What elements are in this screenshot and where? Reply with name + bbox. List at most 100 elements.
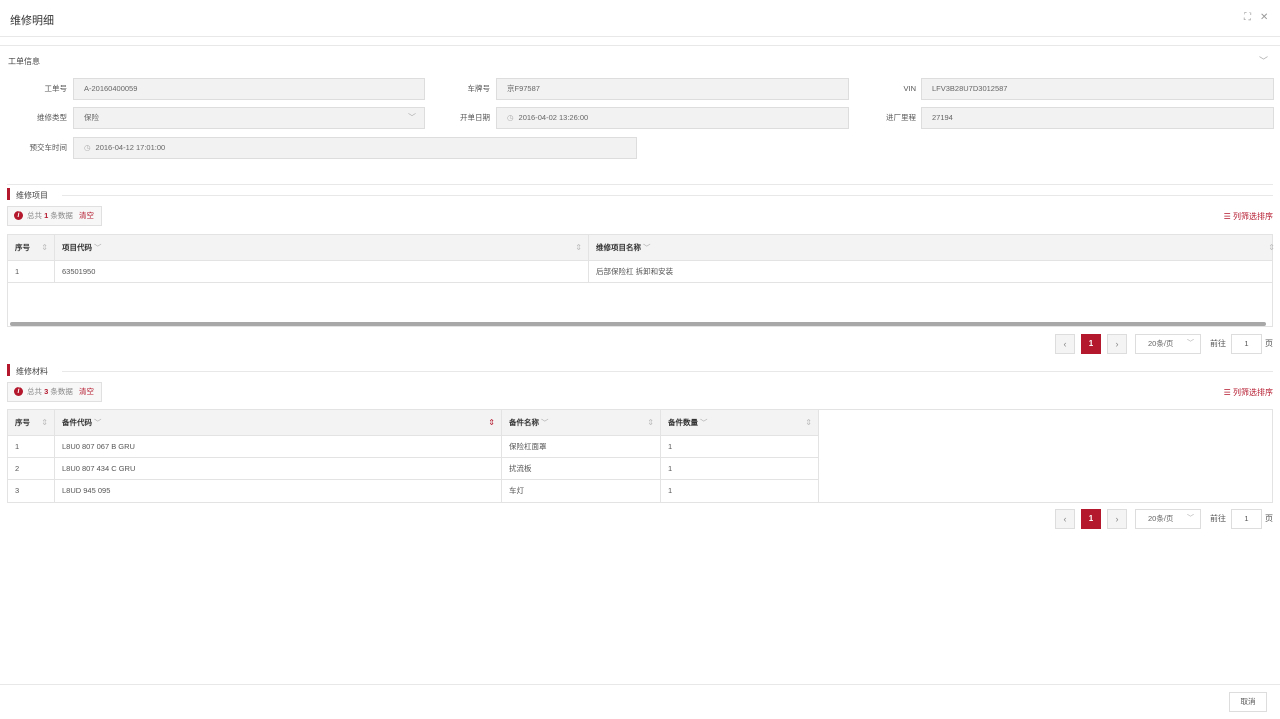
delivery-time-value: 2016-04-12 17:01:00	[95, 143, 166, 152]
collapse-icon[interactable]: ﹀	[1259, 54, 1268, 67]
items-col-no[interactable]: 序号 ⇕	[8, 235, 55, 261]
cancel-button[interactable]: 取消	[1229, 692, 1267, 712]
table-row[interactable]: 3 L8UD 945 095 车灯 1	[8, 480, 819, 502]
table-row[interactable]: 1 63501950 后部保险杠 拆卸和安装	[8, 261, 1272, 283]
goto-page-input[interactable]: 1	[1231, 334, 1262, 354]
sort-icon[interactable]: ⇕	[575, 235, 582, 261]
sort-icon[interactable]: ⇕	[41, 235, 48, 261]
material-code-cell: L8U0 807 067 B GRU	[55, 436, 502, 458]
horizontal-scrollbar[interactable]	[10, 322, 1266, 326]
prev-page-button[interactable]: ‹	[1055, 334, 1075, 354]
sort-icon[interactable]: ⇕	[647, 410, 654, 436]
material-no-cell: 2	[8, 458, 55, 480]
chevron-down-icon[interactable]: ﹀	[94, 418, 102, 427]
items-pagination: ‹ 1 › 20条/页 ﹀ 前往 1 页	[1055, 334, 1275, 354]
sort-icon[interactable]: ⇕	[805, 410, 812, 436]
repair-type-select[interactable]: 保险 ﹀	[73, 107, 425, 129]
sort-icon[interactable]: ⇕	[41, 410, 48, 436]
vin-field[interactable]: LFV3B28U7D3012587	[921, 78, 1274, 100]
clock-icon: ◷	[507, 113, 514, 122]
materials-clear-link[interactable]: 清空	[79, 387, 94, 396]
mileage-label: 进厂里程	[886, 113, 916, 122]
mileage-field[interactable]: 27194	[921, 107, 1274, 129]
chevron-down-icon[interactable]: ﹀	[700, 418, 708, 427]
items-table-header: 序号 ⇕ 项目代码 ﹀ ⇕ 维修项目名称 ﹀ ⇕	[8, 235, 1275, 261]
material-no-cell: 1	[8, 436, 55, 458]
sort-asc-icon[interactable]: ⇕	[488, 410, 495, 436]
materials-col-name[interactable]: 备件名称 ﹀ ⇕	[502, 410, 661, 436]
vin-label: VIN	[903, 84, 916, 93]
section-divider	[7, 184, 1273, 185]
items-section-title: 维修项目	[16, 191, 48, 200]
page-size-select[interactable]: 20条/页 ﹀	[1135, 509, 1201, 529]
chevron-down-icon: ﹀	[1187, 340, 1194, 347]
materials-col-code[interactable]: 备件代码 ﹀ ⇕	[55, 410, 502, 436]
material-code-cell: L8UD 945 095	[55, 480, 502, 502]
chevron-down-icon: ﹀	[1187, 515, 1194, 522]
materials-col-qty[interactable]: 备件数量 ﹀ ⇕	[661, 410, 819, 436]
table-row[interactable]: 1 L8U0 807 067 B GRU 保险杠面罩 1	[8, 436, 819, 458]
item-code-cell: 63501950	[55, 261, 589, 283]
materials-section-title: 维修材料	[16, 367, 48, 376]
sort-icon[interactable]: ⇕	[1268, 235, 1275, 261]
order-no-label: 工单号	[44, 84, 68, 93]
items-table: 序号 ⇕ 项目代码 ﹀ ⇕ 维修项目名称 ﹀ ⇕ 1 63501950 后部保险杠 拆卸和…	[7, 234, 1275, 327]
goto-label: 前往	[1210, 339, 1226, 348]
open-date-field[interactable]: ◷ 2016-04-02 13:26:00	[496, 107, 849, 129]
material-name-cell: 扰流板	[502, 458, 661, 480]
work-order-card-divider	[0, 45, 1280, 46]
order-no-field[interactable]: A-20160400059	[73, 78, 425, 100]
goto-label: 前往	[1210, 514, 1226, 523]
section-title-line	[62, 195, 1273, 196]
delivery-time-field[interactable]: ◷ 2016-04-12 17:01:00	[73, 137, 637, 159]
material-name-cell: 保险杠面罩	[502, 436, 661, 458]
material-qty-cell: 1	[661, 480, 819, 502]
materials-table-header: 序号 ⇕ 备件代码 ﹀ ⇕ 备件名称 ﹀ ⇕ 备件数量 ﹀ ⇕	[8, 410, 819, 436]
open-date-label: 开单日期	[460, 113, 490, 122]
delivery-time-label: 预交车时间	[29, 143, 68, 152]
next-page-button[interactable]: ›	[1107, 509, 1127, 529]
work-order-section-title: 工单信息	[8, 57, 40, 66]
page-unit-label: 页	[1265, 514, 1273, 523]
filter-icon: ☰	[1223, 212, 1231, 221]
section-marker	[7, 364, 10, 376]
table-row[interactable]: 2 L8U0 807 434 C GRU 扰流板 1	[8, 458, 819, 480]
items-col-code[interactable]: 项目代码 ﹀ ⇕	[55, 235, 589, 261]
page-unit-label: 页	[1265, 339, 1273, 348]
items-summary: i 总共 1 条数据 清空	[7, 206, 102, 226]
dialog-footer-divider	[0, 684, 1280, 685]
materials-col-no[interactable]: 序号 ⇕	[8, 410, 55, 436]
material-no-cell: 3	[8, 480, 55, 502]
chevron-down-icon[interactable]: ﹀	[643, 243, 651, 252]
material-qty-cell: 1	[661, 436, 819, 458]
goto-page-input[interactable]: 1	[1231, 509, 1262, 529]
dialog-title: 维修明细	[10, 15, 54, 27]
page-1-button[interactable]: 1	[1081, 334, 1101, 354]
materials-column-sort-button[interactable]: ☰ 列筛选排序	[1224, 387, 1273, 398]
items-column-sort-button[interactable]: ☰ 列筛选排序	[1224, 211, 1273, 222]
materials-table: 序号 ⇕ 备件代码 ﹀ ⇕ 备件名称 ﹀ ⇕ 备件数量 ﹀ ⇕ 1 L8U0 807 067 …	[7, 409, 1273, 503]
open-date-value: 2016-04-02 13:26:00	[518, 113, 589, 122]
prev-page-button[interactable]: ‹	[1055, 509, 1075, 529]
items-clear-link[interactable]: 清空	[79, 211, 94, 220]
next-page-button[interactable]: ›	[1107, 334, 1127, 354]
close-icon[interactable]: ✕	[1260, 13, 1268, 23]
chevron-down-icon[interactable]: ﹀	[541, 418, 549, 427]
page-size-select[interactable]: 20条/页 ﹀	[1135, 334, 1201, 354]
material-code-cell: L8U0 807 434 C GRU	[55, 458, 502, 480]
chevron-down-icon[interactable]: ﹀	[94, 243, 102, 252]
plate-no-field[interactable]: 京F97587	[496, 78, 849, 100]
items-col-name[interactable]: 维修项目名称 ﹀ ⇕	[589, 235, 1275, 261]
item-no-cell: 1	[8, 261, 55, 283]
clock-icon: ◷	[84, 143, 91, 152]
section-title-line	[62, 371, 1273, 372]
plate-no-label: 车牌号	[467, 84, 491, 93]
repair-type-value: 保险	[84, 113, 99, 122]
page-1-button[interactable]: 1	[1081, 509, 1101, 529]
maximize-icon[interactable]: ⛶	[1244, 13, 1251, 23]
item-name-cell: 后部保险杠 拆卸和安装	[596, 267, 674, 276]
section-marker	[7, 188, 10, 200]
repair-type-label: 维修类型	[37, 113, 67, 122]
dialog-titlebar: 维修明细 ⛶ ✕	[0, 0, 1280, 37]
material-name-cell: 车灯	[502, 480, 661, 502]
